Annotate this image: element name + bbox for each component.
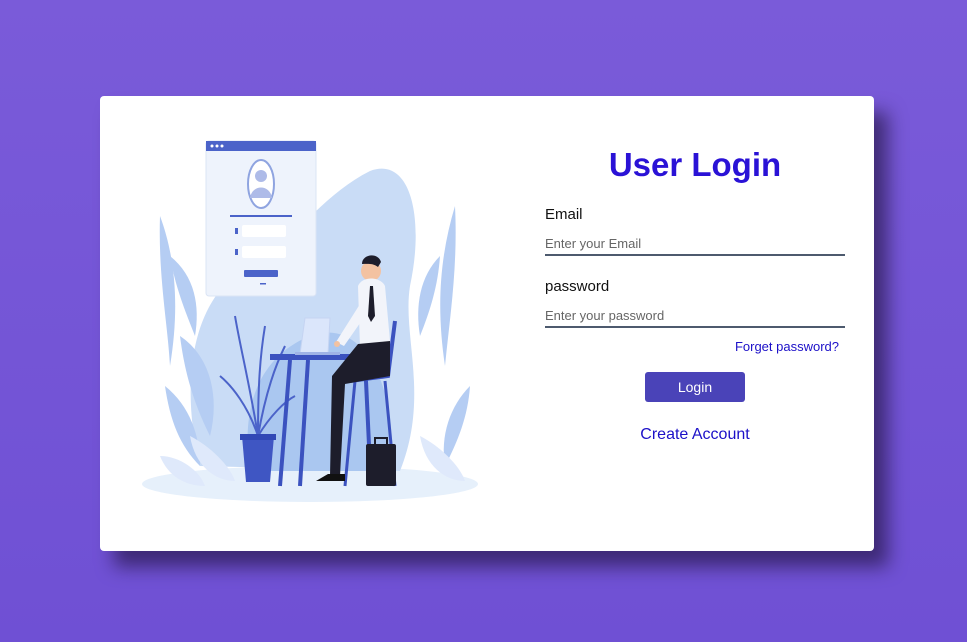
login-illustration: [142, 140, 478, 502]
page-title: User Login: [608, 146, 782, 183]
password-label: password: [545, 278, 610, 295]
email-field[interactable]: [545, 232, 845, 256]
create-account-link[interactable]: Create Account: [545, 426, 845, 444]
login-form: User Login Email password Forget passwor…: [545, 136, 845, 444]
password-field[interactable]: [545, 304, 845, 328]
login-button[interactable]: Login: [645, 372, 745, 402]
forgot-password-link[interactable]: Forget password?: [545, 339, 839, 354]
email-label: Email: [545, 206, 583, 223]
login-card: User Login Email password Forget passwor…: [100, 96, 874, 551]
